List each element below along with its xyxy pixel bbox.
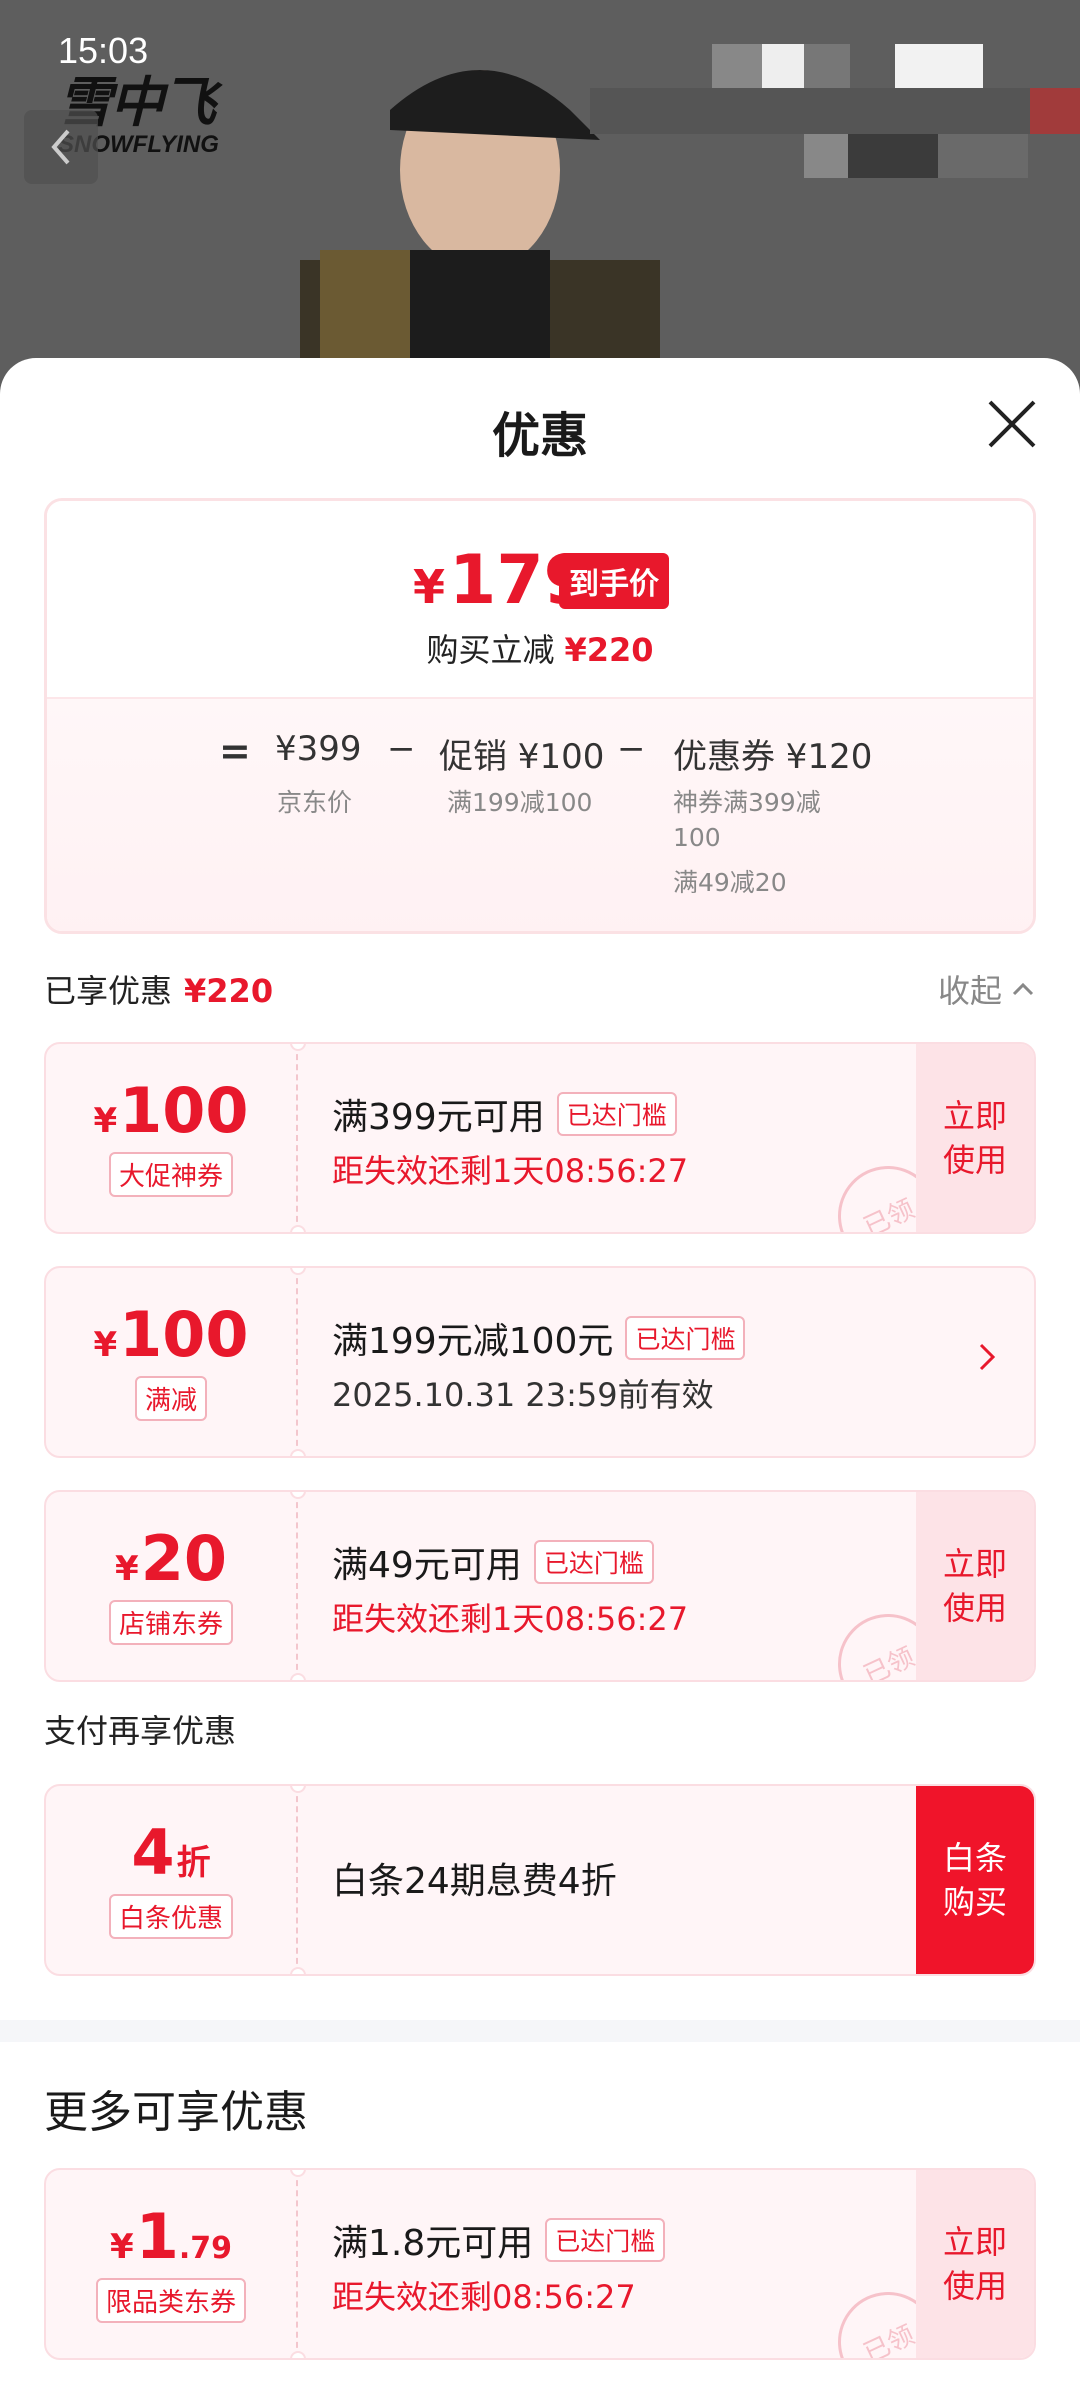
minus-sign: −	[617, 729, 646, 769]
blurred-region	[895, 44, 983, 88]
blurred-region	[804, 44, 850, 88]
coupon-amount: 优惠券 ¥120	[673, 737, 873, 777]
coupon-value: 100	[119, 1297, 249, 1371]
back-button[interactable]	[24, 110, 98, 184]
coupon-card: ¥100 大促神券 满399元可用 已达门槛 距失效还剩1天08:56:27 已领…	[44, 1042, 1036, 1234]
coupon-currency: ¥	[110, 2226, 134, 2267]
jd-price: ¥399	[275, 729, 362, 769]
coupon-value-area: ¥100 大促神券	[46, 1044, 298, 1232]
threshold-met-badge: 已达门槛	[625, 1316, 746, 1360]
equals-sign: =	[219, 729, 251, 773]
enjoyed-amount: ¥220	[184, 972, 274, 1010]
offer-type-badge: 白条优惠	[108, 1893, 233, 1939]
blurred-region	[590, 88, 1030, 134]
coupon-value-int: 1	[135, 2199, 179, 2273]
chevron-right-icon	[979, 1343, 996, 1371]
coupon-currency: ¥	[115, 1548, 139, 1589]
coupon-expiry-countdown: 距失效还剩1天08:56:27	[332, 1152, 689, 1190]
coupon-value-area: ¥1.79 限品类东券	[46, 2170, 298, 2358]
price-summary-card: ¥ 179 到手价 购买立减 ¥220 = ¥399 京东价 − 促销 ¥100 …	[44, 498, 1036, 934]
offer-value: 4	[131, 1815, 175, 1889]
chevron-up-icon	[1012, 982, 1034, 996]
coupon-value: 20	[140, 1521, 227, 1595]
currency-symbol: ¥	[413, 560, 446, 614]
minus-sign: −	[387, 729, 416, 769]
coupon-type-badge: 大促神券	[108, 1151, 233, 1197]
close-button[interactable]	[984, 396, 1040, 452]
coupon-currency: ¥	[93, 1100, 118, 1141]
coupon-note-2: 100	[673, 823, 721, 852]
offer-description: 白条24期息费4折	[332, 1861, 617, 1902]
threshold-met-badge: 已达门槛	[545, 2218, 666, 2262]
blurred-region	[1030, 88, 1080, 134]
offer-unit: 折	[176, 1842, 211, 1883]
promo-note: 满199减100	[447, 788, 593, 817]
enjoyed-label: 已享优惠	[44, 972, 173, 1010]
product-hero-image: 15:03 雪中飞 SNOWFLYING	[0, 0, 1080, 400]
coupon-note-1: 神券满399减	[673, 788, 821, 817]
offer-value-area: 4折 白条优惠	[46, 1786, 298, 1974]
blurred-region	[848, 134, 938, 178]
collapse-label: 收起	[937, 972, 1002, 1010]
ticket-notch	[290, 1673, 306, 1680]
ticket-notch	[290, 1225, 306, 1232]
enjoyed-discount-row: 已享优惠 ¥220	[44, 966, 273, 1012]
blurred-region	[712, 44, 762, 88]
promo-amount: 促销 ¥100	[439, 737, 605, 777]
jd-price-label: 京东价	[277, 788, 353, 817]
collapse-button[interactable]: 收起	[938, 966, 1034, 1012]
save-line: 购买立减 ¥220	[47, 625, 1033, 671]
use-now-label: 立即使用	[942, 1545, 1007, 1627]
coupon-type-badge: 店铺东券	[108, 1599, 233, 1645]
pay-section-title: 支付再享优惠	[44, 1712, 237, 1750]
coupon-condition: 满1.8元可用	[332, 2223, 534, 2264]
chevron-left-icon	[51, 129, 70, 165]
baitiao-buy-button[interactable]: 白条购买	[916, 1786, 1034, 1974]
close-icon	[988, 400, 1036, 448]
more-offers-title: 更多可享优惠	[44, 2087, 308, 2138]
threshold-met-badge: 已达门槛	[533, 1540, 654, 1584]
use-now-label: 立即使用	[942, 1097, 1007, 1179]
blurred-region	[938, 134, 1028, 178]
coupon-value-dec: .79	[178, 2230, 232, 2266]
model-photo	[300, 70, 660, 400]
baitiao-buy-label: 白条购买	[942, 1839, 1007, 1921]
coupon-condition: 满199元减100元	[332, 1321, 614, 1362]
save-label: 购买立减	[426, 631, 555, 669]
use-now-button[interactable]: 立即使用	[916, 1044, 1034, 1232]
coupon-expiry-countdown: 距失效还剩1天08:56:27	[332, 1600, 689, 1638]
coupon-card: ¥20 店铺东券 满49元可用 已达门槛 距失效还剩1天08:56:27 已领 立…	[44, 1490, 1036, 1682]
sheet-title: 优惠	[491, 408, 588, 464]
baitiao-offer-card: 4折 白条优惠 白条24期息费4折 白条购买	[44, 1784, 1036, 1976]
save-amount: ¥220	[564, 631, 654, 669]
coupon-value-area: ¥20 店铺东券	[46, 1492, 298, 1680]
use-now-button[interactable]: 立即使用	[916, 1492, 1034, 1680]
coupon-card: ¥1.79 限品类东券 满1.8元可用 已达门槛 距失效还剩08:56:27 已领…	[44, 2168, 1036, 2360]
section-divider	[0, 2020, 1080, 2042]
blurred-region	[804, 134, 848, 178]
coupon-currency: ¥	[93, 1324, 118, 1365]
coupon-condition: 满49元可用	[332, 1545, 522, 1586]
use-now-button[interactable]: 立即使用	[916, 2170, 1034, 2358]
coupon-expiry-countdown: 距失效还剩08:56:27	[332, 2278, 636, 2316]
threshold-met-badge: 已达门槛	[556, 1092, 677, 1136]
coupon-type-badge: 限品类东券	[95, 2277, 246, 2323]
coupon-note-3: 满49减20	[673, 868, 787, 897]
coupon-value: 100	[119, 1073, 249, 1147]
coupon-type-badge: 满减	[134, 1375, 207, 1421]
ticket-notch	[290, 1967, 306, 1974]
coupon-value-area: ¥100 满减	[46, 1268, 298, 1456]
coupon-card[interactable]: ¥100 满减 满199元减100元 已达门槛 2025.10.31 23:59前…	[44, 1266, 1036, 1458]
coupon-condition: 满399元可用	[332, 1097, 545, 1138]
coupon-validity: 2025.10.31 23:59前有效	[332, 1376, 714, 1414]
blurred-region	[762, 44, 804, 88]
ticket-notch	[290, 1449, 306, 1456]
ticket-notch	[290, 2351, 306, 2358]
final-price-tag: 到手价	[559, 553, 669, 609]
use-now-label: 立即使用	[942, 2223, 1007, 2305]
discount-sheet: 优惠 ¥ 179 到手价 购买立减 ¥220 = ¥399 京东价 − 促销 ¥1…	[0, 358, 1080, 2400]
